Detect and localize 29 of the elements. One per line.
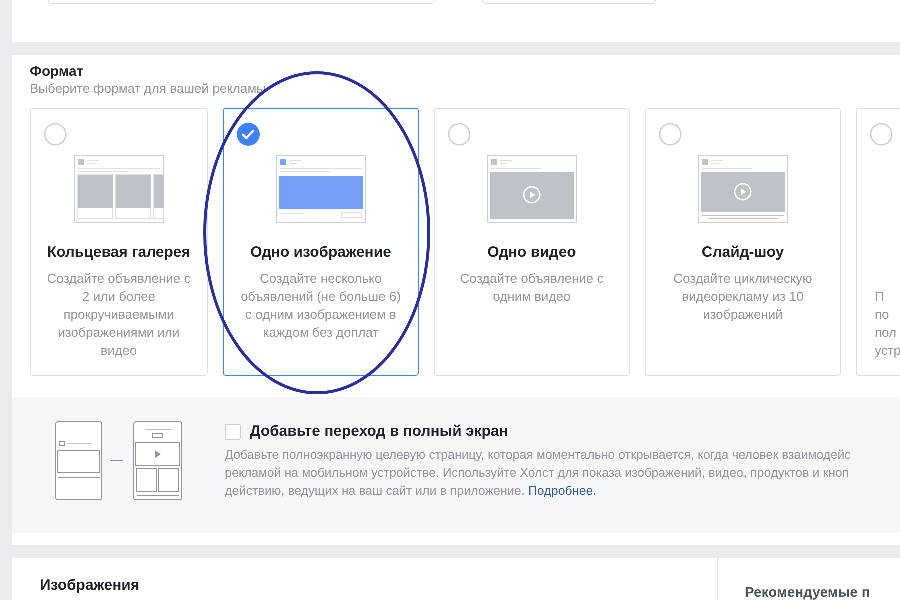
section-title: Формат: [30, 63, 85, 79]
card-description: Создайте несколько объявлений (не больше 6) с одним изображением в каждом без доплат: [240, 270, 402, 342]
format-card[interactable]: Одно видео Создайте объявление с одним видео: [434, 108, 630, 376]
card-description: Создайте объявление с одним видео: [460, 270, 604, 306]
radio-icon: [44, 123, 67, 146]
image-preview-icon: [276, 155, 366, 223]
card-description: Создайте циклическую видеорекламу из 10 изображений: [674, 270, 812, 324]
learn-more-link[interactable]: Подробнее.: [528, 484, 597, 498]
option-title: Добавьте переход в полный экран: [250, 423, 508, 440]
section-title: Изображения: [40, 577, 140, 596]
side-title: Рекомендуемые п: [745, 584, 870, 600]
format-card[interactable]: Кольцевая галерея Создайте объявление с 2 или более прокручиваемыми изображениями или видео: [30, 108, 208, 376]
card-title: Слайд-шоу: [702, 244, 784, 261]
carousel-preview-icon: [74, 155, 164, 223]
card-title: Кольцевая галерея: [47, 244, 191, 261]
format-card[interactable]: Слайд-шоу Создайте циклическую видеорекламу из 10 изображений: [645, 108, 841, 376]
checkmark-icon: [237, 123, 260, 146]
format-card[interactable]: Одно изображение Создайте несколько объявлений (не больше 6) с одним изображением в каждом без доплат: [223, 108, 419, 376]
radio-icon: [659, 123, 682, 146]
radio-icon: [448, 123, 471, 146]
option-description: Добавьте полноэкранную целевую страницу, которая моментально открывается, когда человек взаимодейс рекламой на мобильном устройстве. Используйте Холст для показа изображений, видео, продуктов и кноп действию, ведущих на ваш сайт или в приложение. Подробнее.: [225, 447, 851, 500]
section-subtitle: Выберите формат для вашей рекламы: [30, 81, 268, 96]
checkbox[interactable]: [225, 424, 241, 440]
video-preview-icon: [487, 155, 577, 223]
card-description: Создайте объявление с 2 или более прокручиваемыми изображениями или видео: [47, 270, 191, 360]
card-title: Одно видео: [488, 244, 576, 261]
card-title: Одно изображение: [250, 244, 392, 261]
slideshow-preview-icon: [698, 155, 788, 223]
radio-icon: [870, 123, 893, 146]
